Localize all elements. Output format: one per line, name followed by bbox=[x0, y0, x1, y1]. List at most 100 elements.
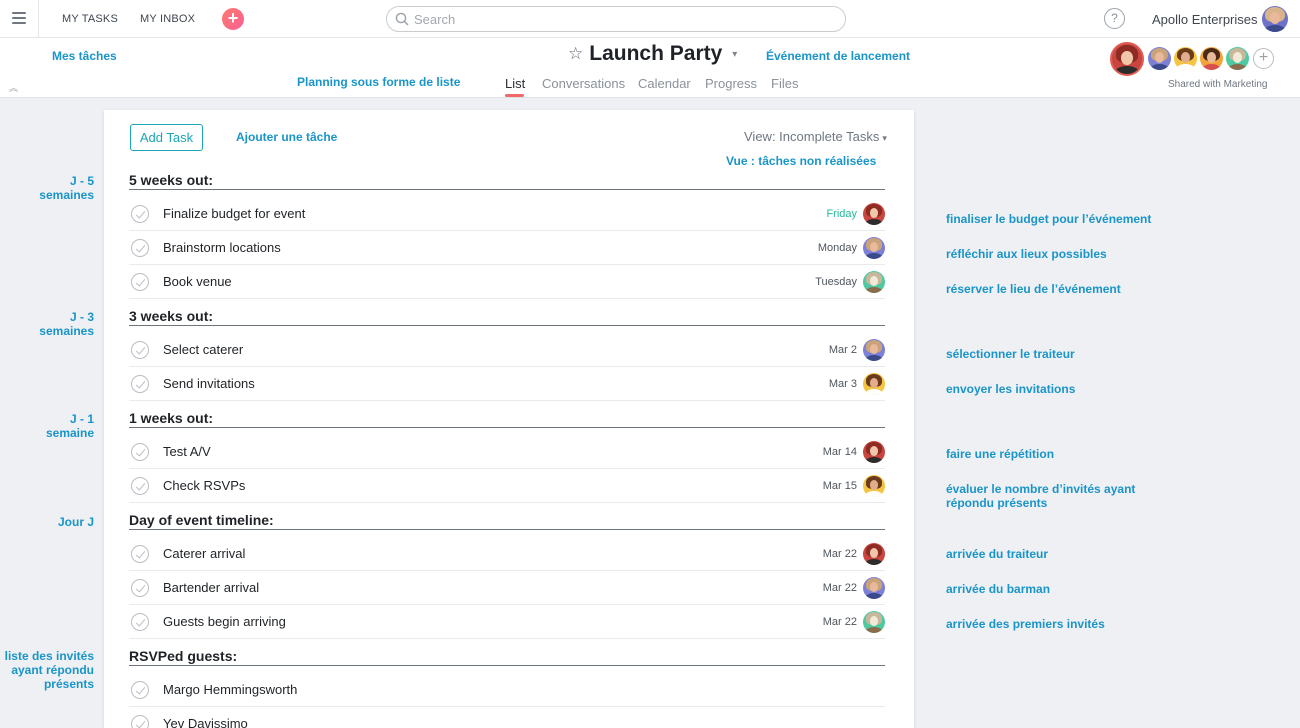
task-name: Test A/V bbox=[163, 444, 211, 459]
section-header[interactable]: 5 weeks out: bbox=[129, 170, 885, 190]
tab-progress[interactable]: Progress bbox=[705, 76, 757, 91]
checkmark-icon[interactable] bbox=[131, 341, 149, 359]
my-inbox-link[interactable]: MY INBOX bbox=[140, 13, 195, 25]
annotation-jour-j: Jour J bbox=[57, 515, 94, 529]
chevron-down-icon[interactable]: ▾ bbox=[732, 49, 737, 60]
annotation-task: évaluer le nombre d’invités ayant répond… bbox=[946, 482, 1135, 510]
due-date[interactable]: Tuesday bbox=[815, 276, 857, 288]
annotation-line: J - 3 bbox=[69, 310, 94, 324]
annotation-line: ayant répondu bbox=[11, 663, 94, 677]
due-date[interactable]: Monday bbox=[818, 242, 857, 254]
assignee-avatar[interactable] bbox=[863, 441, 885, 463]
my-tasks-link[interactable]: MY TASKS bbox=[62, 13, 118, 25]
assignee-avatar[interactable] bbox=[863, 611, 885, 633]
assignee-avatar[interactable] bbox=[863, 543, 885, 565]
member-avatar[interactable] bbox=[1226, 47, 1249, 70]
user-avatar[interactable] bbox=[1262, 6, 1288, 32]
checkmark-icon[interactable] bbox=[131, 715, 149, 728]
member-avatar[interactable] bbox=[1174, 47, 1197, 70]
task-row[interactable]: Guests begin arriving Mar 22 bbox=[129, 605, 885, 639]
due-date[interactable]: Mar 15 bbox=[823, 480, 857, 492]
checkmark-icon[interactable] bbox=[131, 681, 149, 699]
search-input[interactable] bbox=[414, 11, 834, 28]
checkmark-icon[interactable] bbox=[131, 273, 149, 291]
checkmark-icon[interactable] bbox=[131, 443, 149, 461]
assignee-avatar[interactable] bbox=[863, 339, 885, 361]
section-header[interactable]: 3 weeks out: bbox=[129, 306, 885, 326]
checkmark-icon[interactable] bbox=[131, 545, 149, 563]
due-date[interactable]: Mar 2 bbox=[829, 344, 857, 356]
help-icon[interactable]: ? bbox=[1104, 8, 1125, 29]
add-task-button[interactable]: Add Task bbox=[130, 124, 203, 151]
task-name: Check RSVPs bbox=[163, 478, 246, 493]
annotation-task: arrivée du traiteur bbox=[946, 547, 1049, 561]
view-filter-dropdown[interactable]: View: Incomplete Tasks ▾ bbox=[744, 129, 887, 144]
annotation-task: sélectionner le traiteur bbox=[946, 347, 1075, 361]
member-avatar[interactable] bbox=[1200, 47, 1223, 70]
checkmark-icon[interactable] bbox=[131, 375, 149, 393]
task-row[interactable]: Caterer arrival Mar 22 bbox=[129, 537, 885, 571]
task-name: Bartender arrival bbox=[163, 580, 260, 595]
due-date[interactable]: Mar 14 bbox=[823, 446, 857, 458]
section-title: RSVPed guests: bbox=[129, 648, 238, 664]
task-row[interactable]: Yev Davissimo bbox=[129, 707, 885, 728]
tab-calendar[interactable]: Calendar bbox=[638, 76, 691, 91]
member-avatar[interactable] bbox=[1148, 47, 1171, 70]
section-header[interactable]: Day of event timeline: bbox=[129, 510, 885, 530]
checkmark-icon[interactable] bbox=[131, 579, 149, 597]
section-header[interactable]: 1 weeks out: bbox=[129, 408, 885, 428]
annotation-line: présents bbox=[43, 677, 94, 691]
annotation-j5: J - 5 semaines bbox=[39, 174, 94, 202]
menu-icon[interactable] bbox=[12, 12, 26, 24]
task-row[interactable]: Finalize budget for event Friday bbox=[129, 197, 885, 231]
checkmark-icon[interactable] bbox=[131, 239, 149, 257]
star-icon[interactable]: ☆ bbox=[568, 44, 583, 64]
annotation-planning: Planning sous forme de liste bbox=[297, 75, 461, 89]
organization-name[interactable]: Apollo Enterprises bbox=[1152, 12, 1258, 27]
project-title[interactable]: ☆ Launch Party ▾ bbox=[568, 42, 737, 66]
annotation-line: évaluer le nombre d’invités ayant bbox=[946, 482, 1136, 496]
task-row[interactable]: Bartender arrival Mar 22 bbox=[129, 571, 885, 605]
add-member-button[interactable]: + bbox=[1253, 48, 1274, 69]
member-avatar[interactable] bbox=[1110, 42, 1144, 76]
tab-files[interactable]: Files bbox=[771, 76, 798, 91]
assignee-avatar[interactable] bbox=[863, 577, 885, 599]
top-bar: MY TASKS MY INBOX + ? Apollo Enterprises bbox=[0, 0, 1300, 38]
section-title: 1 weeks out: bbox=[129, 410, 214, 426]
task-row[interactable]: Test A/V Mar 14 bbox=[129, 435, 885, 469]
assignee-avatar[interactable] bbox=[863, 373, 885, 395]
assignee-avatar[interactable] bbox=[863, 271, 885, 293]
task-name: Yev Davissimo bbox=[163, 716, 248, 728]
task-name: Guests begin arriving bbox=[163, 614, 286, 629]
task-row[interactable]: Select caterer Mar 2 bbox=[129, 333, 885, 367]
assignee-avatar[interactable] bbox=[863, 203, 885, 225]
checkmark-icon[interactable] bbox=[131, 205, 149, 223]
due-date[interactable]: Mar 3 bbox=[829, 378, 857, 390]
section-header[interactable]: RSVPed guests: bbox=[129, 646, 885, 666]
due-date[interactable]: Mar 22 bbox=[823, 582, 857, 594]
annotation-task: finaliser le budget pour l’événement bbox=[946, 212, 1152, 226]
task-row[interactable]: Check RSVPs Mar 15 bbox=[129, 469, 885, 503]
task-row[interactable]: Book venue Tuesday bbox=[129, 265, 885, 299]
annotation-line: semaines bbox=[39, 324, 94, 338]
checkmark-icon[interactable] bbox=[131, 477, 149, 495]
quick-add-button[interactable]: + bbox=[222, 8, 244, 30]
tab-conversations[interactable]: Conversations bbox=[542, 76, 625, 91]
chevron-down-icon: ▾ bbox=[882, 133, 887, 143]
task-row[interactable]: Send invitations Mar 3 bbox=[129, 367, 885, 401]
project-header: ︽ ☆ Launch Party ▾ List Conversations Ca… bbox=[0, 38, 1300, 98]
annotation-line: J - 1 bbox=[69, 412, 94, 426]
collapse-icon[interactable]: ︽ bbox=[9, 81, 18, 94]
assignee-avatar[interactable] bbox=[863, 475, 885, 497]
annotation-mes-taches: Mes tâches bbox=[52, 49, 117, 63]
assignee-avatar[interactable] bbox=[863, 237, 885, 259]
due-date[interactable]: Mar 22 bbox=[823, 616, 857, 628]
task-row[interactable]: Brainstorm locations Monday bbox=[129, 231, 885, 265]
due-date[interactable]: Mar 22 bbox=[823, 548, 857, 560]
due-date[interactable]: Friday bbox=[826, 208, 857, 220]
task-row[interactable]: Margo Hemmingsworth bbox=[129, 673, 885, 707]
checkmark-icon[interactable] bbox=[131, 613, 149, 631]
tab-list[interactable]: List bbox=[505, 76, 525, 91]
shared-with-label[interactable]: Shared with Marketing bbox=[1168, 79, 1268, 90]
search-bar[interactable] bbox=[386, 6, 846, 32]
